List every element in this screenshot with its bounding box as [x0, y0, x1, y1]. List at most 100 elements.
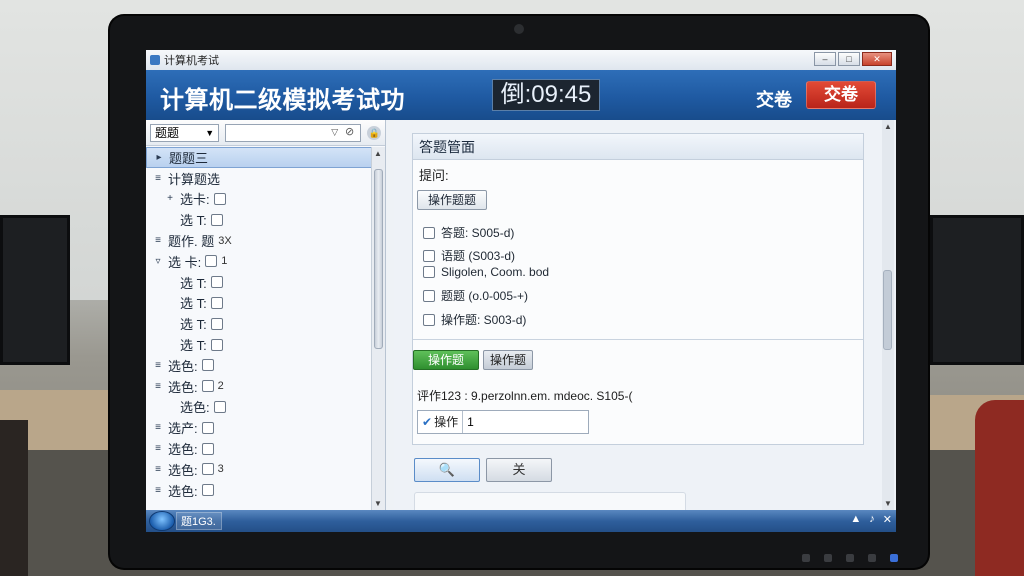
answer-input[interactable]: ✔ 操作 1 — [417, 410, 589, 434]
tree-item[interactable]: ≡ 选产: — [146, 417, 372, 438]
option-label: 语题 (S003-d) — [441, 249, 516, 263]
tree-item[interactable]: 选 T: — [146, 209, 372, 230]
tree-item[interactable]: 选 T: — [146, 334, 372, 355]
option-checkbox[interactable] — [423, 313, 435, 326]
minimize-button[interactable]: – — [814, 52, 836, 66]
filter-select[interactable]: 题题 ▼ — [150, 123, 220, 142]
window-title: 计算机考试 — [164, 55, 219, 67]
clear-icon[interactable]: ⊘ — [345, 125, 354, 138]
tree-item[interactable]: ≡ 选色: 3 — [146, 459, 372, 480]
tree-item[interactable]: ▸ 题题三 — [146, 147, 372, 168]
tree-item-checkbox[interactable] — [213, 400, 226, 413]
scrollbar-thumb[interactable] — [883, 270, 892, 350]
tree-item[interactable]: ≡ 计算题选 — [146, 168, 372, 189]
tree-item[interactable]: 选 T: — [146, 272, 372, 293]
chevron-down-icon: ▼ — [205, 127, 215, 138]
background-monitor-left — [0, 215, 70, 365]
option-checkbox[interactable] — [423, 266, 435, 278]
background-monitor-right — [930, 215, 1024, 365]
submit-exam-button[interactable]: 交卷 — [806, 81, 876, 109]
tree-expander-icon[interactable]: ▿ — [152, 256, 164, 267]
app-title: 计算机二级模拟考试功 — [160, 87, 405, 114]
tree-expander-icon[interactable]: ≡ — [152, 464, 164, 475]
maximize-button[interactable]: □ — [838, 52, 860, 66]
tree-expander-icon[interactable]: ≡ — [152, 381, 164, 392]
tree-item-checkbox[interactable] — [210, 276, 223, 289]
tree-expander-icon[interactable]: ≡ — [152, 173, 164, 184]
tree-search-input[interactable]: ▽ ⊘ — [225, 123, 362, 142]
taskbar-item[interactable]: 题1G3. — [176, 512, 222, 530]
bottom-input-strip[interactable] — [414, 492, 686, 510]
tree-item[interactable]: ≡ 选色: 2 — [146, 376, 372, 397]
tree-item-checkbox[interactable] — [201, 380, 214, 393]
option-item[interactable]: 题题 (o.0-005-+) — [423, 287, 528, 304]
tree-item-label: 选 T: — [180, 317, 207, 333]
tree-expander-icon[interactable]: + — [164, 193, 176, 204]
close-window-button[interactable]: ✕ — [862, 52, 892, 66]
option-checkbox[interactable] — [423, 249, 435, 262]
answer-label-text: 操作 — [434, 415, 459, 429]
sound-icon[interactable]: ♪ — [869, 513, 875, 526]
option-item[interactable]: 语题 (S003-d) — [423, 247, 515, 264]
tree-item-checkbox[interactable] — [210, 317, 223, 330]
tree-item-label: 选 T: — [180, 213, 207, 229]
tree-scrollbar[interactable]: ▲ ▼ — [371, 147, 385, 510]
option-item[interactable]: 操作题: S003-d) — [423, 311, 526, 328]
tree-item-checkbox[interactable] — [201, 484, 214, 497]
tree-item-checkbox[interactable] — [210, 296, 223, 309]
scroll-down-icon[interactable]: ▼ — [884, 499, 892, 508]
tree-item-label: 选 卡: — [168, 254, 202, 270]
scroll-up-icon[interactable]: ▲ — [374, 149, 382, 158]
tree-item[interactable]: ≡ 选色: — [146, 355, 372, 376]
option-item[interactable]: 答题: S005-d) — [423, 224, 514, 241]
tree-expander-icon[interactable]: ≡ — [152, 443, 164, 454]
question-hint: 提问: — [419, 168, 449, 183]
start-button[interactable] — [149, 511, 175, 531]
search-button[interactable]: 🔍 — [414, 458, 480, 482]
tree-expander-icon[interactable]: ▸ — [153, 152, 165, 163]
tree-item-label: 选色: — [168, 442, 198, 458]
tree-item[interactable]: ≡ 题作. 题 3X — [146, 230, 372, 251]
question-tree-panel: 题题 ▼ ▽ ⊘ 🔒 ▸ 题题三 ≡ 计算题选 + 选卡: 选 T: ≡ 题作. 题 3X ▿ 选 卡… — [146, 120, 386, 510]
tree-item-checkbox[interactable] — [201, 442, 214, 455]
option-checkbox[interactable] — [423, 289, 435, 302]
tree-expander-icon[interactable]: ≡ — [152, 235, 164, 246]
option-item[interactable]: Sligolen, Coom. bod — [423, 265, 549, 279]
tree-expander-icon[interactable]: ≡ — [152, 360, 164, 371]
background-chair — [975, 400, 1024, 576]
tree-item-label: 选色: — [168, 462, 198, 478]
tab-operation[interactable]: 操作题 — [483, 350, 533, 370]
tree-item-checkbox[interactable] — [210, 338, 223, 351]
tree-item-checkbox[interactable] — [213, 192, 226, 205]
tree-item-checkbox[interactable] — [205, 255, 218, 268]
tree-toolbar: 题题 ▼ ▽ ⊘ 🔒 — [146, 120, 385, 146]
tree-item[interactable]: ≡ 选色: — [146, 480, 372, 501]
tree-item-checkbox[interactable] — [201, 421, 214, 434]
tab-operation-active[interactable]: 操作题 — [413, 350, 479, 370]
tree-item-checkbox[interactable] — [201, 463, 214, 476]
tree-item[interactable]: ▿ 选 卡: 1 — [146, 251, 372, 272]
lock-icon[interactable]: 🔒 — [367, 125, 381, 140]
operate-button[interactable]: 操作题题 — [417, 190, 487, 210]
tree-item-label: 选 T: — [180, 338, 207, 354]
scroll-down-icon[interactable]: ▼ — [374, 499, 382, 508]
network-icon[interactable]: ▲ — [850, 513, 861, 526]
tree-expander-icon[interactable]: ≡ — [152, 485, 164, 496]
close-icon[interactable]: ✕ — [883, 513, 892, 526]
close-button[interactable]: 关 — [486, 458, 552, 482]
tree-item-label: 选 T: — [180, 296, 207, 312]
power-icon — [890, 554, 898, 562]
tree-item-checkbox[interactable] — [210, 213, 223, 226]
tree-item[interactable]: 选色: — [146, 397, 372, 418]
tree-item[interactable]: 选 T: — [146, 313, 372, 334]
panel-scrollbar[interactable]: ▲ ▼ — [882, 120, 894, 510]
option-checkbox[interactable] — [423, 226, 435, 239]
tree-item-checkbox[interactable] — [201, 359, 214, 372]
tree-item[interactable]: ≡ 选色: — [146, 438, 372, 459]
answer-input-label: ✔ 操作 — [418, 411, 464, 433]
tree-item[interactable]: 选 T: — [146, 293, 372, 314]
tree-expander-icon[interactable]: ≡ — [152, 422, 164, 433]
scroll-up-icon[interactable]: ▲ — [884, 122, 892, 131]
scrollbar-thumb[interactable] — [374, 169, 383, 349]
tree-item[interactable]: + 选卡: — [146, 189, 372, 210]
